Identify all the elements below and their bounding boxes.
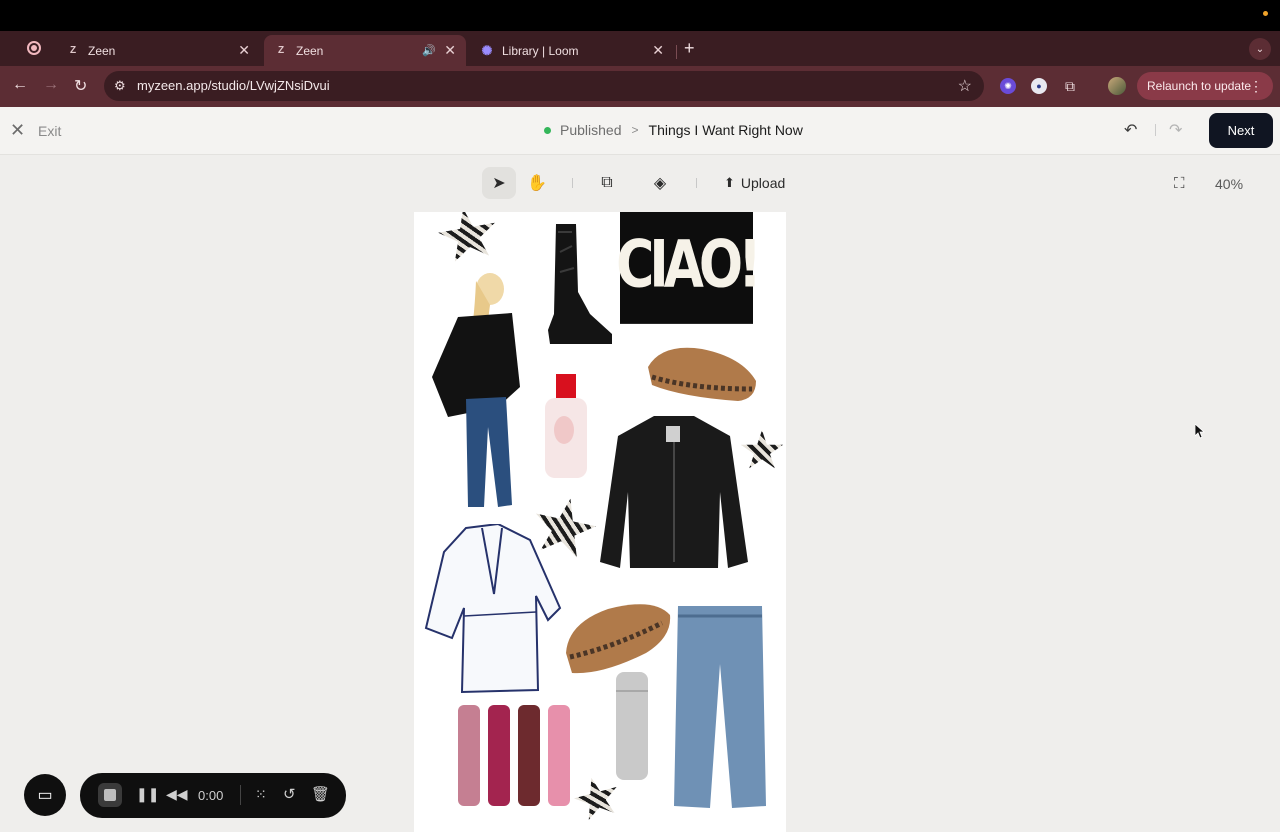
more-vert-icon: ⋮ [1249,77,1263,94]
status-dot [544,126,551,134]
relaunch-label: Relaunch to update [1147,79,1252,93]
camera-toggle-button[interactable]: ▭ [24,774,66,816]
image-frame-icon[interactable]: ⧉ [590,167,624,199]
select-tool-icon[interactable]: ➤ [482,167,516,199]
fill-bucket-icon[interactable]: ◈ [643,167,677,199]
next-button[interactable]: Next [1209,113,1273,148]
page-title[interactable]: Things I Want Right Now [649,122,803,138]
reload-icon[interactable]: ↻ [74,76,87,96]
tab-zeen-2[interactable]: Z Zeen 🔊 ✕ [264,35,466,66]
bomber-jacket-image[interactable] [598,412,750,574]
divider [240,785,241,805]
stop-icon [104,789,116,801]
new-tab-icon[interactable]: + [684,38,695,59]
system-top-bar [0,0,1280,31]
recording-indicator-icon [27,41,41,55]
puzzle-icon[interactable]: ⧉ [1062,78,1078,94]
trash-icon[interactable]: 🗑 [311,785,330,803]
forward-icon[interactable]: → [43,76,59,94]
notification-dot [1263,11,1268,16]
ciao-sticker[interactable]: CIAO! [616,212,762,324]
browser-tab-strip: Z Zeen ✕ Z Zeen 🔊 ✕ ✺ Library | Loom ✕ [0,31,1280,66]
grid-icon[interactable]: ⁙ [255,786,267,803]
stop-button[interactable] [98,783,122,807]
close-icon[interactable]: ✕ [444,42,456,59]
zeen-studio: ✕ Exit Published > Things I Want Right N… [0,107,1280,832]
bookmark-star-icon[interactable]: ☆ [958,76,972,96]
close-icon[interactable]: ✕ [10,120,25,141]
perfume-bottle-image[interactable] [542,374,590,479]
tab-divider [676,45,677,59]
deodorant-image[interactable] [614,672,650,782]
tab-zeen-1[interactable]: Z Zeen ✕ [56,35,260,66]
video-camera-icon: ▭ [37,787,53,804]
lip-tint-set-image[interactable] [456,705,574,808]
editor-header: ✕ Exit Published > Things I Want Right N… [0,107,1280,155]
upload-label: Upload [740,175,786,191]
extension-icon[interactable]: ● [1031,78,1047,94]
fit-to-screen-icon[interactable]: ⛶ [1174,175,1185,192]
site-settings-icon[interactable]: ⚙ [114,78,126,94]
undo-icon[interactable]: ↶ [1124,120,1137,140]
tab-loom[interactable]: ✺ Library | Loom ✕ [470,35,674,66]
upload-icon: ⬆ [724,175,735,190]
model-photo-image[interactable] [428,267,526,512]
status-badge[interactable]: Published [560,122,622,138]
divider [572,178,573,188]
divider [1155,124,1156,136]
close-icon[interactable]: ✕ [652,42,664,59]
relaunch-button[interactable]: Relaunch to update ⋮ [1137,72,1273,100]
restart-icon[interactable]: ↺ [283,785,296,803]
url-text[interactable]: myzeen.app/studio/LVwjZNsiDvui [137,78,330,93]
extension-loom-icon[interactable]: ✺ [1000,78,1016,94]
browser-toolbar: ← → ↻ ⚙ myzeen.app/studio/LVwjZNsiDvui ☆ [0,66,1280,107]
pause-icon[interactable]: ❚❚ [136,786,159,803]
address-bar[interactable]: ⚙ myzeen.app/studio/LVwjZNsiDvui ☆ [104,71,984,101]
loom-icon: ✺ [481,42,493,58]
bathrobe-image[interactable] [424,524,562,694]
suede-slipper-image[interactable] [562,597,674,677]
redo-icon[interactable]: ↷ [1169,120,1182,140]
collage-canvas[interactable]: CIAO! [414,212,786,832]
hand-tool-icon[interactable]: ✋ [520,167,554,199]
suede-slipper-image[interactable] [642,337,762,407]
rewind-icon[interactable]: ◀◀ [166,786,188,803]
exit-button[interactable]: Exit [38,123,61,139]
recording-timer: 0:00 [198,788,224,803]
zebra-star-sticker[interactable] [434,212,503,269]
speaker-icon[interactable]: 🔊 [422,44,436,57]
breadcrumb: Published > Things I Want Right Now [544,122,803,138]
back-icon[interactable]: ← [12,76,28,94]
zoom-level[interactable]: 40% [1215,176,1243,192]
tab-label: Zeen [88,43,116,58]
canvas-toolbar: ➤ ✋ ⧉ ◈ ⬆ Upload ⛶ 40% [0,165,1280,201]
divider [696,178,697,188]
cowboy-boot-image[interactable] [542,222,614,347]
close-icon[interactable]: ✕ [238,42,250,59]
avatar[interactable] [1108,77,1126,95]
zeen-icon: Z [277,45,285,56]
tab-label: Library | Loom [502,43,579,58]
chevron-right-icon: > [631,123,639,137]
zeen-icon: Z [69,45,77,56]
upload-button[interactable]: ⬆ Upload [724,175,785,191]
recording-controls: ❚❚ ◀◀ 0:00 ⁙ ↺ 🗑 [80,773,346,818]
tab-label: Zeen [296,43,324,58]
mouse-cursor-icon [1195,424,1205,439]
chevron-down-icon[interactable]: ⌄ [1249,38,1271,60]
jeans-image[interactable] [670,604,770,810]
